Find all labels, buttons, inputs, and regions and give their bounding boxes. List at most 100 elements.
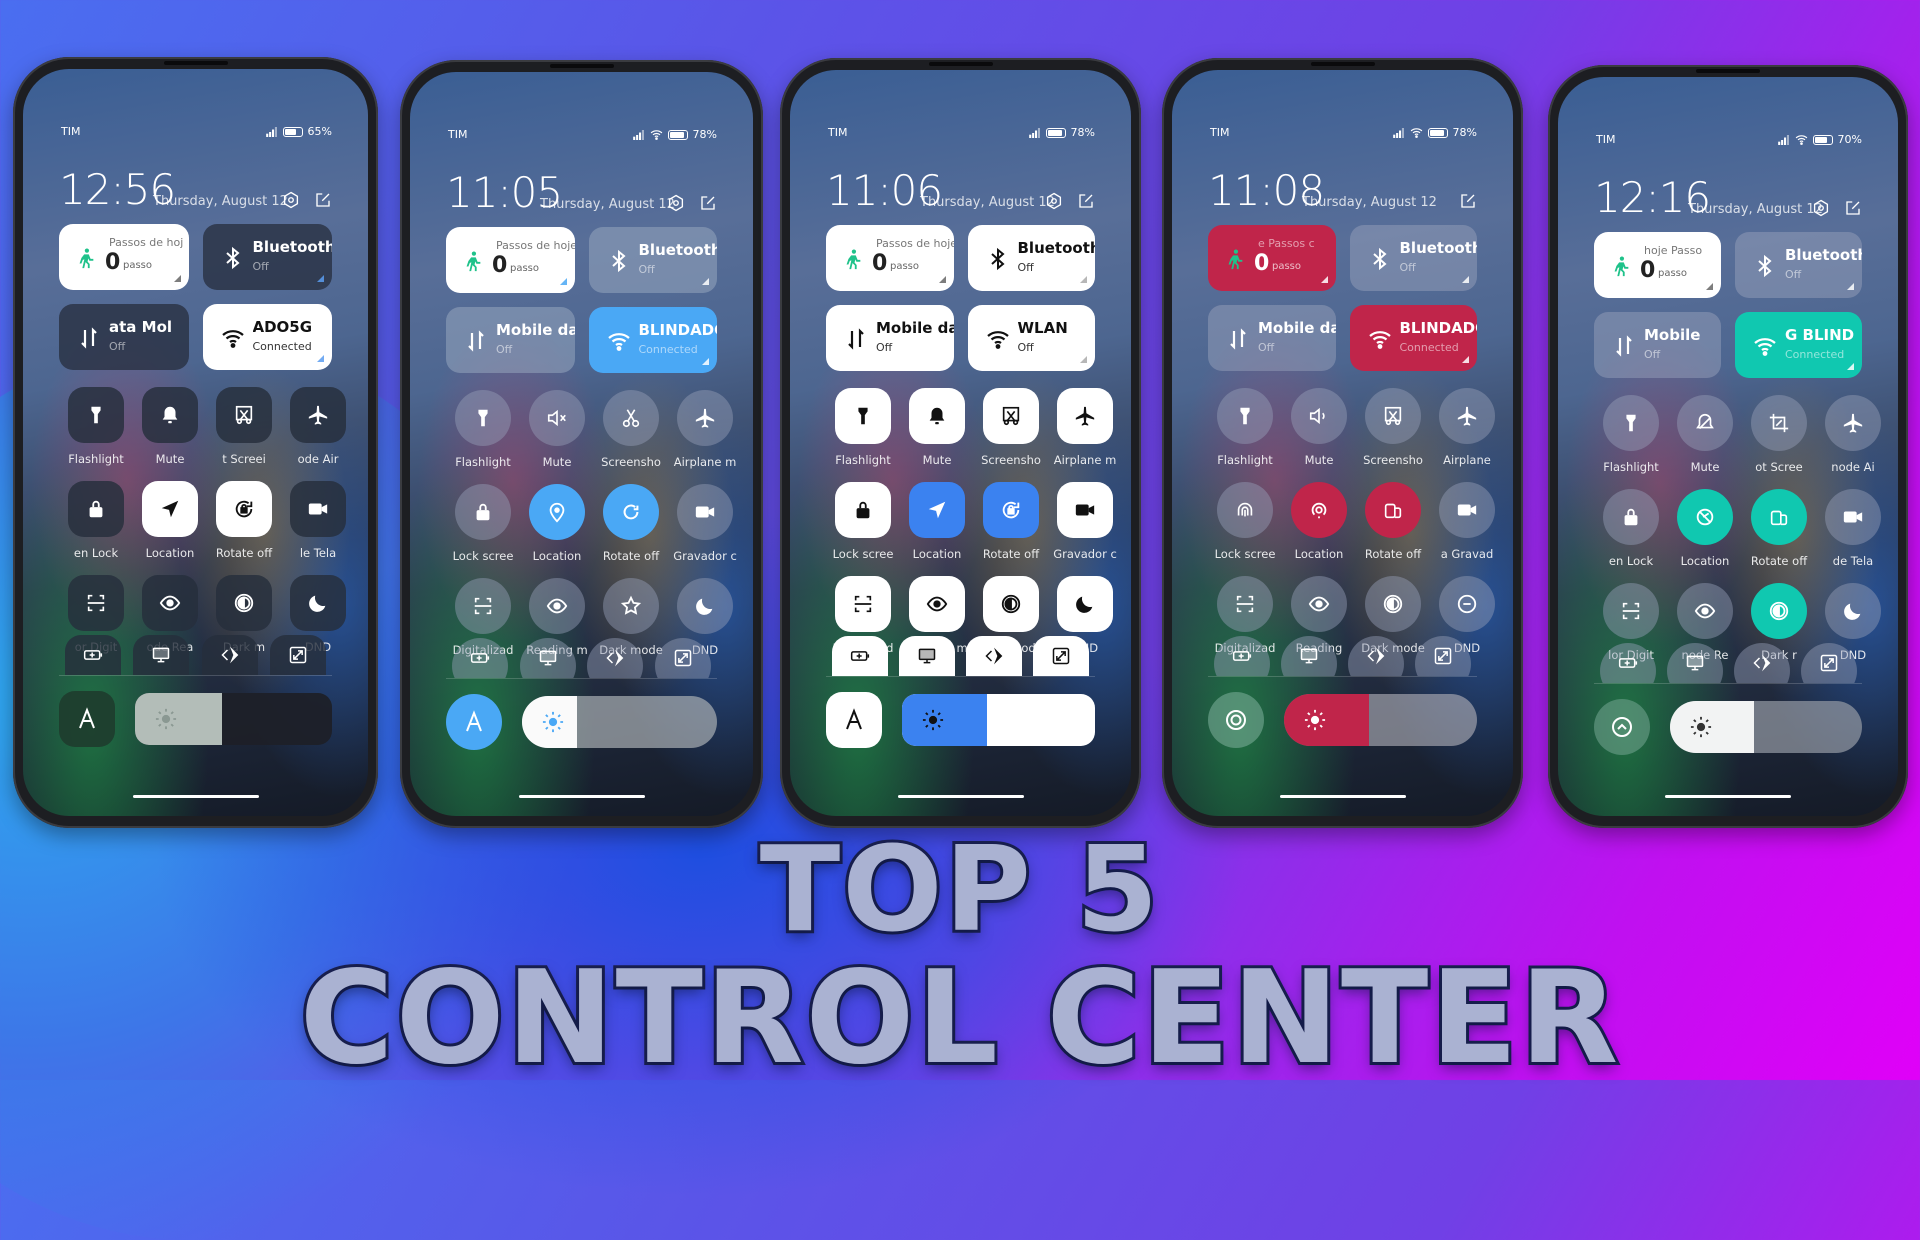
auto-brightness-button[interactable]: [826, 692, 882, 748]
toggle-button[interactable]: [1677, 583, 1733, 639]
steps-tile[interactable]: Passos de hoje 0 passo: [826, 225, 954, 291]
toggle-video[interactable]: a Gravad: [1430, 482, 1504, 562]
toggle-rotate-lock[interactable]: Rotate off: [207, 481, 281, 561]
brightness-slider[interactable]: [1284, 694, 1477, 746]
toggle-direction[interactable]: [196, 635, 264, 675]
toggle-battery-saver[interactable]: [826, 636, 893, 676]
brightness-slider[interactable]: [135, 693, 332, 745]
toggle-button[interactable]: [290, 575, 346, 631]
toggle-button[interactable]: [909, 576, 965, 632]
toggle-button[interactable]: [1415, 636, 1472, 676]
settings-button[interactable]: [282, 191, 300, 209]
toggle-button[interactable]: [835, 482, 891, 538]
toggle-direction[interactable]: [961, 636, 1028, 676]
auto-brightness-button[interactable]: [1594, 699, 1650, 755]
toggle-button[interactable]: [1217, 388, 1273, 444]
toggle-screenshot[interactable]: Screensho: [1356, 388, 1430, 468]
mobile-data-tile[interactable]: Mobile Off: [1594, 312, 1721, 378]
toggle-screenshot[interactable]: Screensho: [974, 388, 1048, 468]
steps-tile[interactable]: Passos de hoje 0 passo: [446, 227, 575, 293]
toggle-button[interactable]: [983, 576, 1039, 632]
toggle-button[interactable]: [1217, 576, 1273, 632]
wifi-tile[interactable]: WLAN Off: [967, 305, 1095, 371]
toggle-cast[interactable]: [514, 638, 582, 678]
wifi-tile[interactable]: G BLIND Connected: [1735, 312, 1862, 378]
toggle-button[interactable]: [1751, 395, 1807, 451]
toggle-button[interactable]: [1291, 576, 1347, 632]
bluetooth-tile[interactable]: Bluetooth Off: [1735, 232, 1862, 298]
toggle-button[interactable]: [290, 387, 346, 443]
toggle-button[interactable]: [1365, 576, 1421, 632]
toggle-button[interactable]: [216, 481, 272, 537]
auto-brightness-button[interactable]: [1208, 692, 1264, 748]
toggle-button[interactable]: [142, 387, 198, 443]
toggle-button[interactable]: [1800, 643, 1857, 683]
wifi-tile[interactable]: ADO5G Connected: [202, 304, 332, 370]
toggle-scissors[interactable]: Screensho: [594, 390, 668, 470]
toggle-button[interactable]: [1057, 482, 1113, 538]
toggle-button[interactable]: [455, 578, 511, 634]
toggle-button[interactable]: [65, 635, 122, 675]
toggle-button[interactable]: [519, 638, 576, 678]
toggle-button[interactable]: [909, 388, 965, 444]
toggle-button[interactable]: [1213, 636, 1270, 676]
toggle-button[interactable]: [1825, 489, 1881, 545]
bluetooth-tile[interactable]: Bluetooth Off: [202, 224, 332, 290]
toggle-button[interactable]: [587, 638, 644, 678]
toggle-button[interactable]: [1603, 395, 1659, 451]
toggle-button[interactable]: [216, 387, 272, 443]
toggle-button[interactable]: [133, 635, 190, 675]
settings-button[interactable]: [667, 194, 685, 212]
toggle-rotate-device[interactable]: Rotate off: [1356, 482, 1430, 562]
toggle-flashlight[interactable]: Flashlight: [1208, 388, 1282, 468]
toggle-rotate-lock[interactable]: Rotate off: [974, 482, 1048, 562]
toggle-airplane[interactable]: node Ai: [1816, 395, 1890, 475]
toggle-button[interactable]: [1057, 388, 1113, 444]
toggle-speaker[interactable]: Mute: [1282, 388, 1356, 468]
settings-button[interactable]: [1812, 199, 1830, 217]
toggle-airplane[interactable]: ode Air: [281, 387, 355, 467]
toggle-button[interactable]: [1057, 576, 1113, 632]
mobile-data-tile[interactable]: Mobile dat Off: [1208, 305, 1336, 371]
toggle-location-off[interactable]: Location: [1668, 489, 1742, 569]
wifi-tile[interactable]: BLINDADC Connected: [1349, 305, 1477, 371]
toggle-button[interactable]: [201, 635, 258, 675]
settings-button[interactable]: [1045, 192, 1063, 210]
toggle-button[interactable]: [1751, 489, 1807, 545]
toggle-button[interactable]: [1033, 636, 1090, 676]
bluetooth-tile[interactable]: Bluetooth Off: [1349, 225, 1477, 291]
toggle-flashlight[interactable]: Flashlight: [826, 388, 900, 468]
toggle-video[interactable]: de Tela: [1816, 489, 1890, 569]
toggle-airplane[interactable]: Airplane m: [1048, 388, 1122, 468]
toggle-button[interactable]: [1603, 583, 1659, 639]
mobile-data-tile[interactable]: ata Mol Off: [59, 304, 189, 370]
toggle-battery-saver[interactable]: [446, 638, 514, 678]
toggle-button[interactable]: [68, 387, 124, 443]
toggle-battery-saver[interactable]: [1594, 643, 1661, 683]
toggle-direction[interactable]: [582, 638, 650, 678]
toggle-button[interactable]: [529, 578, 585, 634]
toggle-button[interactable]: [290, 481, 346, 537]
steps-tile[interactable]: e Passos c 0 passo: [1208, 225, 1336, 291]
toggle-button[interactable]: [68, 575, 124, 631]
toggle-button[interactable]: [1733, 643, 1790, 683]
toggle-button[interactable]: [1751, 583, 1807, 639]
toggle-button[interactable]: [898, 636, 955, 676]
bluetooth-tile[interactable]: Bluetooth Off: [967, 225, 1095, 291]
toggle-airplane[interactable]: Airplane: [1430, 388, 1504, 468]
toggle-button[interactable]: [1217, 482, 1273, 538]
toggle-video[interactable]: Gravador c: [668, 484, 742, 564]
auto-brightness-button[interactable]: [446, 694, 502, 750]
toggle-button[interactable]: [68, 481, 124, 537]
toggle-button[interactable]: [142, 481, 198, 537]
toggle-direction[interactable]: [1343, 636, 1410, 676]
toggle-button[interactable]: [1677, 395, 1733, 451]
toggle-button[interactable]: [983, 388, 1039, 444]
auto-brightness-button[interactable]: [59, 691, 115, 747]
edit-button[interactable]: [1844, 199, 1862, 217]
toggle-video[interactable]: le Tela: [281, 481, 355, 561]
toggle-screenshot[interactable]: t Screei: [207, 387, 281, 467]
toggle-location[interactable]: Location: [133, 481, 207, 561]
toggle-button[interactable]: [966, 636, 1023, 676]
toggle-battery-saver[interactable]: [1208, 636, 1275, 676]
